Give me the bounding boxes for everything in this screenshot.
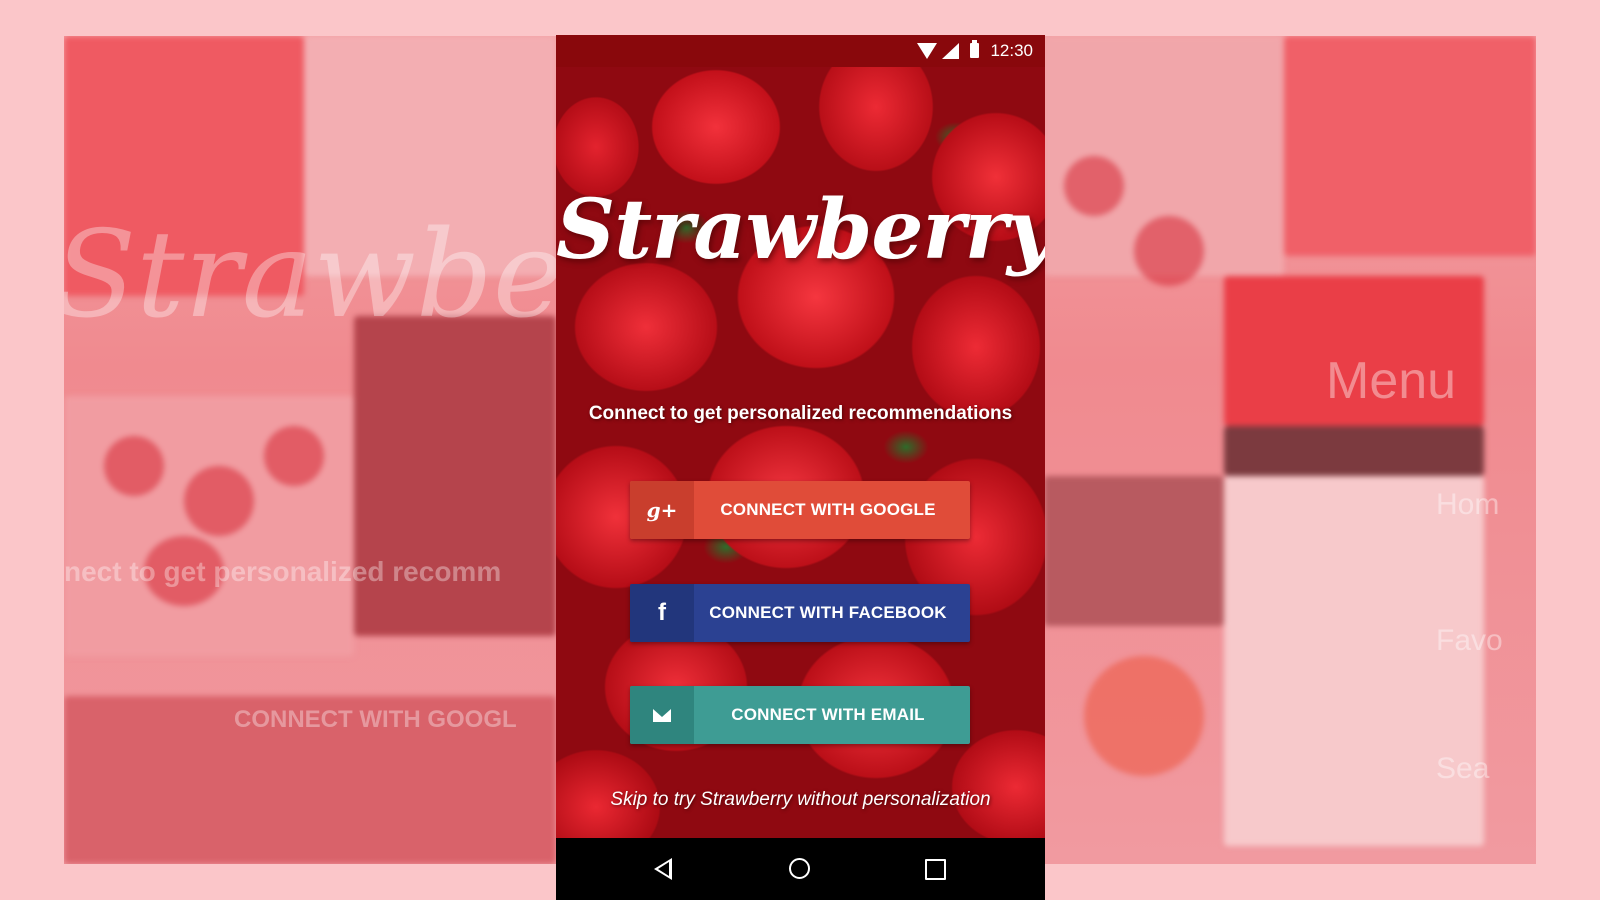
- back-icon[interactable]: [654, 858, 672, 880]
- wifi-icon: [917, 43, 937, 59]
- ghost-tagline: nect to get personalized recomm: [64, 556, 502, 587]
- ghost-menu-item-3: Sea: [1436, 752, 1490, 785]
- connect-email-label: CONNECT WITH EMAIL: [731, 705, 925, 724]
- navigation-bar: [556, 838, 1045, 900]
- facebook-icon: f: [630, 584, 694, 642]
- connect-email-button[interactable]: CONNECT WITH EMAIL: [630, 686, 970, 744]
- battery-icon: [970, 40, 979, 58]
- status-bar: 12:30: [556, 35, 1045, 67]
- ghost-menu-item-2: Favo: [1436, 624, 1503, 657]
- connect-facebook-button[interactable]: f CONNECT WITH FACEBOOK: [630, 584, 970, 642]
- status-time: 12:30: [990, 41, 1033, 60]
- recent-apps-icon[interactable]: [925, 859, 946, 880]
- connect-google-button[interactable]: g+ CONNECT WITH GOOGLE: [630, 481, 970, 539]
- ghost-logo-text: Strawberry: [64, 206, 556, 345]
- ghost-menu-title: Menu: [1326, 352, 1457, 410]
- envelope-icon: [630, 686, 694, 744]
- background-preview-right: Menu Hom Favo Sea: [1044, 36, 1536, 864]
- connect-facebook-label: CONNECT WITH FACEBOOK: [709, 603, 947, 622]
- home-icon[interactable]: [789, 858, 810, 879]
- app-logo: Strawberry: [556, 182, 1045, 278]
- skip-link[interactable]: Skip to try Strawberry without personali…: [556, 789, 1045, 811]
- ghost-menu-item-1: Hom: [1436, 488, 1500, 521]
- ghost-button-label: CONNECT WITH GOOGL: [234, 706, 517, 733]
- signal-icon: [942, 43, 959, 59]
- phone-screen: 12:30 Strawberry Connect to get personal…: [556, 35, 1045, 900]
- tagline: Connect to get personalized recommendati…: [588, 403, 1013, 424]
- background-preview-left: Strawberry nect to get personalized reco…: [64, 36, 556, 864]
- google-plus-icon: g+: [630, 481, 694, 539]
- connect-google-label: CONNECT WITH GOOGLE: [720, 500, 936, 519]
- login-screen: Strawberry Connect to get personalized r…: [556, 67, 1045, 838]
